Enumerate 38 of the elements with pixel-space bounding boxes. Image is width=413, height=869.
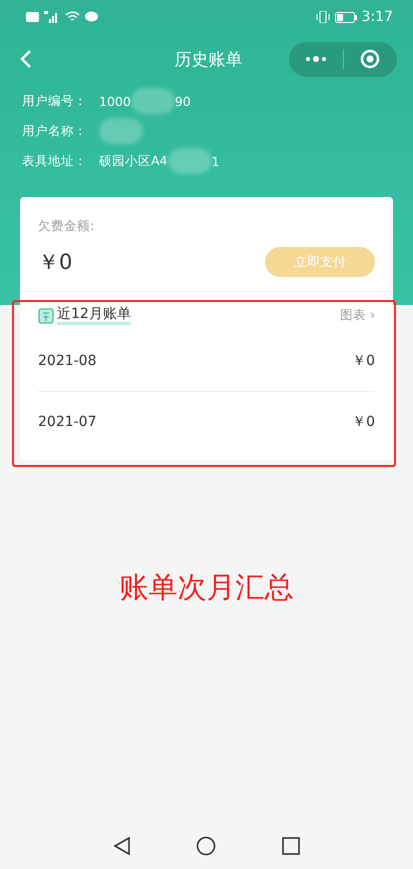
info-value: 90 — [174, 94, 191, 108]
bill-amount: ￥0 — [352, 413, 375, 431]
home-nav-button[interactable] — [196, 836, 216, 856]
back-button[interactable] — [20, 49, 32, 69]
more-dots-icon — [304, 56, 327, 62]
info-value: 1000 — [99, 94, 131, 108]
bill-amount: ￥0 — [352, 352, 375, 370]
info-label: 用户名称： — [22, 122, 87, 140]
chat-bubble-icon — [85, 11, 98, 23]
bills-title: 近12月账单 — [57, 306, 131, 325]
redaction-blur — [99, 118, 143, 144]
redaction-blur — [130, 88, 175, 114]
arrears-amount: ￥0 — [38, 249, 72, 276]
info-value: 硕园小区A4 — [99, 152, 168, 170]
battery-icon — [334, 12, 357, 22]
arrears-label: 欠费金额: — [38, 218, 94, 233]
status-time: 3:17 — [362, 9, 393, 25]
chart-link[interactable]: 图表 › — [340, 307, 375, 324]
info-label: 用户编号： — [22, 92, 87, 110]
back-nav-button[interactable] — [112, 836, 131, 856]
page-title: 历史账单 — [174, 48, 242, 70]
circle-icon — [196, 836, 216, 856]
square-icon — [282, 837, 300, 855]
triangle-icon — [112, 836, 131, 856]
hd-icon — [26, 12, 39, 22]
bill-month: 2021-07 — [38, 414, 96, 430]
vibrate-icon — [316, 11, 330, 23]
wifi-icon — [65, 11, 80, 23]
redaction-blur — [168, 148, 212, 174]
receipt-icon — [38, 308, 54, 324]
info-value: 1 — [212, 154, 220, 168]
signal-icon — [44, 11, 60, 23]
info-label: 表具地址： — [22, 152, 87, 170]
target-icon — [360, 49, 380, 69]
annotation-text: 账单次月汇总 — [120, 570, 294, 604]
bill-month: 2021-08 — [38, 353, 96, 369]
recents-nav-button[interactable] — [282, 837, 300, 855]
back-chevron-icon — [20, 49, 32, 69]
